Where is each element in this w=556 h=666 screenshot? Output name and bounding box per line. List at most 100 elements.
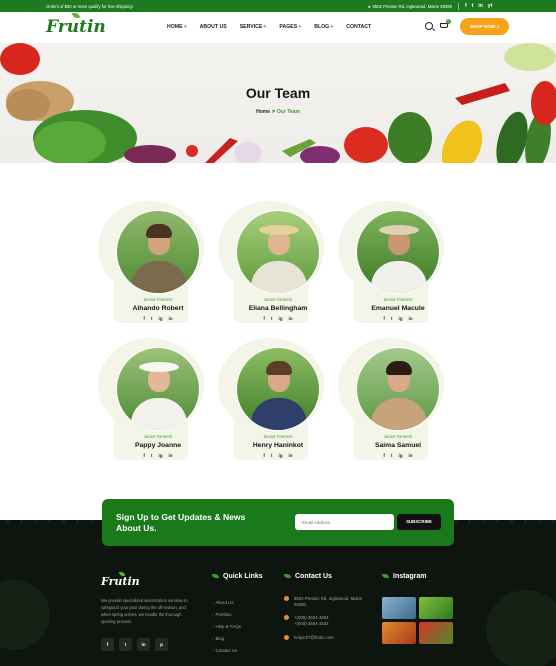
breadcrumb-separator: > [272, 109, 275, 115]
instagram-photo[interactable] [382, 622, 416, 644]
contact-phone[interactable]: +(000)-3654-3654 +(000)-3654-3432 [284, 615, 364, 627]
youtube-icon[interactable]: yt [488, 3, 492, 9]
member-name[interactable]: Alhando Robert [104, 305, 212, 312]
instagram-icon[interactable]: ig [158, 453, 162, 458]
instagram-icon[interactable]: ig [278, 453, 282, 458]
contact-text: +(000)-3654-3654 [294, 615, 329, 620]
footer-link[interactable]: › Help & FAQs [212, 621, 241, 633]
twitter-icon[interactable]: t [151, 453, 153, 458]
twitter-icon[interactable]: t [472, 3, 474, 9]
facebook-icon[interactable]: f [263, 453, 265, 458]
footer-texture [0, 580, 50, 650]
facebook-icon[interactable]: f [383, 316, 385, 321]
team-member-photo [236, 210, 320, 294]
member-name[interactable]: Saima Samuel [344, 442, 452, 449]
footer-logo[interactable]: Frutin [101, 572, 140, 588]
member-role: Senior Farmers [383, 297, 413, 302]
logo-text: Frutin [46, 17, 106, 37]
facebook-icon[interactable]: f [143, 316, 145, 321]
contact-email[interactable]: help24/7@frutin.com [284, 635, 364, 641]
photo-hair [146, 224, 172, 238]
member-socials: f t ig in [344, 316, 452, 321]
instagram-icon[interactable]: ig [158, 316, 162, 321]
linkedin-icon[interactable]: in [409, 316, 413, 321]
facebook-icon[interactable]: f [101, 638, 114, 651]
twitter-icon[interactable]: t [271, 453, 273, 458]
photo-hair [386, 361, 412, 375]
site-logo[interactable]: Frutin [46, 13, 106, 37]
twitter-icon[interactable]: t [391, 453, 393, 458]
footer-link[interactable]: › Contact Us [212, 645, 241, 657]
topbar-address: ● 8502 Preston Rd. Inglewood, Maine 98380 [368, 4, 452, 9]
team-card[interactable]: Junior Farmers Eliana Bellingham f t ig … [218, 201, 324, 323]
footer-texture [486, 590, 556, 666]
footer-link[interactable]: › Blog [212, 633, 241, 645]
plus-icon: + [298, 24, 302, 30]
leaf-icon [212, 574, 219, 579]
nav-item-about[interactable]: ABOUT US [200, 24, 227, 30]
twitter-icon[interactable]: t [391, 316, 393, 321]
topbar-address-text: 8502 Preston Rd. Inglewood, Maine 98380 [372, 3, 452, 9]
instagram-icon[interactable]: ig [398, 453, 402, 458]
page-hero: Our Team Home > Our Team [0, 43, 556, 163]
facebook-icon[interactable]: f [263, 316, 265, 321]
linkedin-icon[interactable]: in [289, 453, 293, 458]
pinterest-icon[interactable]: p [155, 638, 168, 651]
breadcrumb-home-link[interactable]: Home [256, 109, 270, 115]
nav-label: CONTACT [346, 24, 372, 30]
member-name[interactable]: Henry Haninkot [224, 442, 332, 449]
footer-link[interactable]: › About Us [212, 597, 241, 609]
linkedin-icon[interactable]: in [169, 453, 173, 458]
instagram-icon[interactable]: ig [398, 316, 402, 321]
link-text: About Us [215, 600, 234, 605]
quick-links-heading: Quick Links [212, 573, 263, 580]
search-icon[interactable] [425, 22, 433, 30]
team-card[interactable]: Senior Farmers Henry Haninkot f t ig in [218, 338, 324, 460]
linkedin-icon[interactable]: in [169, 316, 173, 321]
facebook-icon[interactable]: f [143, 453, 145, 458]
mail-icon [284, 635, 289, 640]
twitter-icon[interactable]: t [119, 638, 132, 651]
footer-link[interactable]: › Portfolio [212, 609, 241, 621]
contact-address: 8502 Preston Rd. Inglewood, Maine 98380 [284, 596, 364, 610]
member-name[interactable]: Eliana Bellingham [224, 305, 332, 312]
cart-icon[interactable]: 0 [440, 19, 451, 30]
member-socials: f t ig in [224, 316, 332, 321]
heading-text: Instagram [393, 573, 427, 580]
team-card[interactable]: Junior Farmers Pappy Joanne f t ig in [98, 338, 204, 460]
instagram-photo[interactable] [419, 597, 453, 619]
instagram-photo[interactable] [419, 622, 453, 644]
nav-item-pages[interactable]: PAGES+ [279, 24, 301, 30]
team-member-photo [356, 347, 440, 431]
linkedin-icon[interactable]: in [137, 638, 150, 651]
facebook-icon[interactable]: f [383, 453, 385, 458]
nav-item-service[interactable]: SERVICE+ [240, 24, 267, 30]
facebook-icon[interactable]: f [465, 3, 467, 9]
member-role: Junior Farmers [263, 297, 293, 302]
leaf-icon [119, 572, 125, 576]
linkedin-icon[interactable]: in [409, 453, 413, 458]
team-card[interactable]: Senior Farmers Emanuel Macule f t ig in [338, 201, 444, 323]
nav-item-home[interactable]: HOME+ [167, 24, 187, 30]
photo-hat [259, 225, 299, 235]
instagram-photo[interactable] [382, 597, 416, 619]
team-card[interactable]: Junior Farmers Saima Samuel f t ig in [338, 338, 444, 460]
linkedin-icon[interactable]: in [478, 3, 482, 9]
arrow-icon: › [212, 624, 214, 629]
nav-item-blog[interactable]: BLOG+ [314, 24, 333, 30]
instagram-icon[interactable]: ig [278, 316, 282, 321]
breadcrumb-current: Our Team [276, 109, 300, 115]
team-card[interactable]: Senior Farmers Alhando Robert f t ig in [98, 201, 204, 323]
shop-now-button[interactable]: SHOP NOW » [460, 18, 509, 35]
email-input[interactable] [295, 514, 394, 530]
twitter-icon[interactable]: t [151, 316, 153, 321]
topbar-socials: f t in yt [465, 3, 492, 9]
twitter-icon[interactable]: t [271, 316, 273, 321]
member-socials: f t ig in [104, 316, 212, 321]
arrow-icon: › [212, 648, 214, 653]
member-name[interactable]: Pappy Joanne [104, 442, 212, 449]
member-name[interactable]: Emanuel Macule [344, 305, 452, 312]
subscribe-button[interactable]: SUBSCRIBE [397, 514, 441, 530]
linkedin-icon[interactable]: in [289, 316, 293, 321]
nav-item-contact[interactable]: CONTACT [346, 24, 371, 30]
